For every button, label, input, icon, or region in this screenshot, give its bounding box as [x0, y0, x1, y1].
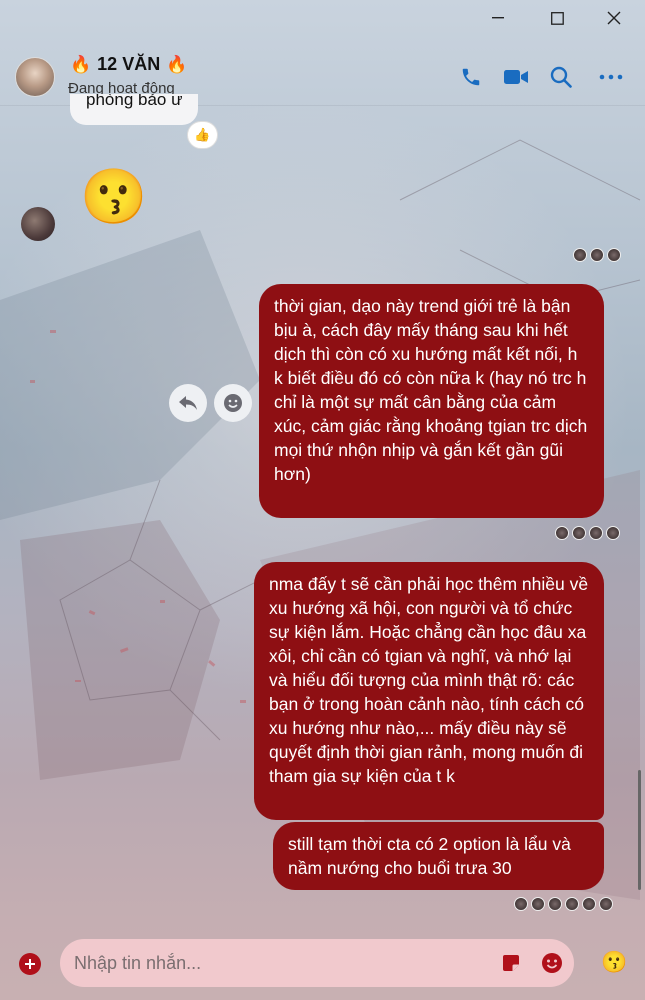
incoming-message[interactable]: phòng bảo ư — [70, 94, 199, 125]
window-titlebar — [0, 0, 645, 36]
minimize-icon[interactable] — [475, 2, 521, 34]
avatar — [573, 248, 587, 262]
avatar — [599, 897, 613, 911]
thumbs-up-icon: 👍 — [194, 127, 211, 142]
avatar — [607, 248, 621, 262]
sticker-icon — [503, 955, 519, 971]
video-camera-icon[interactable] — [503, 64, 529, 90]
scrollbar[interactable] — [638, 770, 641, 890]
chat-window: 🔥 12 VĂN 🔥 Đang hoạt động phòng bảo ư 👍 … — [0, 0, 645, 1000]
emoji-message[interactable]: 😗 — [80, 165, 147, 229]
plus-circle-icon — [25, 959, 35, 969]
chat-title-text: 12 VĂN — [97, 54, 161, 74]
outgoing-message[interactable]: thời gian, dạo này trend giới trẻ là bận… — [259, 284, 604, 518]
message-text: phòng bảo ư — [86, 94, 183, 109]
avatar — [531, 897, 545, 911]
avatar — [555, 526, 569, 540]
message-text: thời gian, dạo này trend giới trẻ là bận… — [274, 296, 588, 484]
avatar — [590, 248, 604, 262]
read-receipts — [514, 897, 613, 911]
avatar — [548, 897, 562, 911]
reply-button[interactable] — [169, 384, 207, 422]
outgoing-message[interactable]: nma đấy t sẽ cần phải học thêm nhiều về … — [254, 562, 604, 820]
message-input[interactable] — [74, 951, 474, 975]
message-text: nma đấy t sẽ cần phải học thêm nhiều về … — [269, 574, 589, 786]
read-receipts — [555, 526, 620, 540]
close-icon[interactable] — [591, 2, 637, 34]
sticker-button[interactable] — [501, 953, 521, 973]
quick-reaction-button[interactable]: 😗 — [601, 951, 627, 975]
kissing-face-icon: 😗 — [601, 951, 628, 974]
read-receipts — [573, 248, 621, 262]
avatar — [565, 897, 579, 911]
avatar[interactable] — [15, 57, 55, 97]
fire-emoji: 🔥 — [70, 54, 92, 74]
message-text: still tạm thời cta có 2 option là lẩu và… — [288, 834, 571, 878]
avatar — [514, 897, 528, 911]
fire-emoji: 🔥 — [166, 54, 188, 74]
search-icon[interactable] — [548, 64, 574, 90]
message-composer — [60, 939, 574, 987]
emoji-icon — [542, 953, 562, 973]
avatar — [589, 526, 603, 540]
sender-avatar[interactable] — [21, 207, 55, 241]
add-button[interactable] — [19, 953, 41, 975]
maximize-icon[interactable] — [534, 2, 580, 34]
outgoing-message[interactable]: still tạm thời cta có 2 option là lẩu và… — [273, 822, 604, 890]
avatar — [582, 897, 596, 911]
kissing-face-icon: 😗 — [80, 167, 148, 227]
more-icon[interactable] — [598, 64, 624, 90]
smiley-icon — [224, 394, 242, 412]
avatar — [572, 526, 586, 540]
react-button[interactable] — [214, 384, 252, 422]
emoji-button[interactable] — [541, 952, 563, 974]
reaction-badge[interactable]: 👍 — [187, 121, 218, 149]
reply-icon — [179, 396, 197, 410]
chat-title[interactable]: 🔥 12 VĂN 🔥 — [70, 54, 187, 75]
avatar — [606, 526, 620, 540]
phone-icon[interactable] — [458, 64, 484, 90]
